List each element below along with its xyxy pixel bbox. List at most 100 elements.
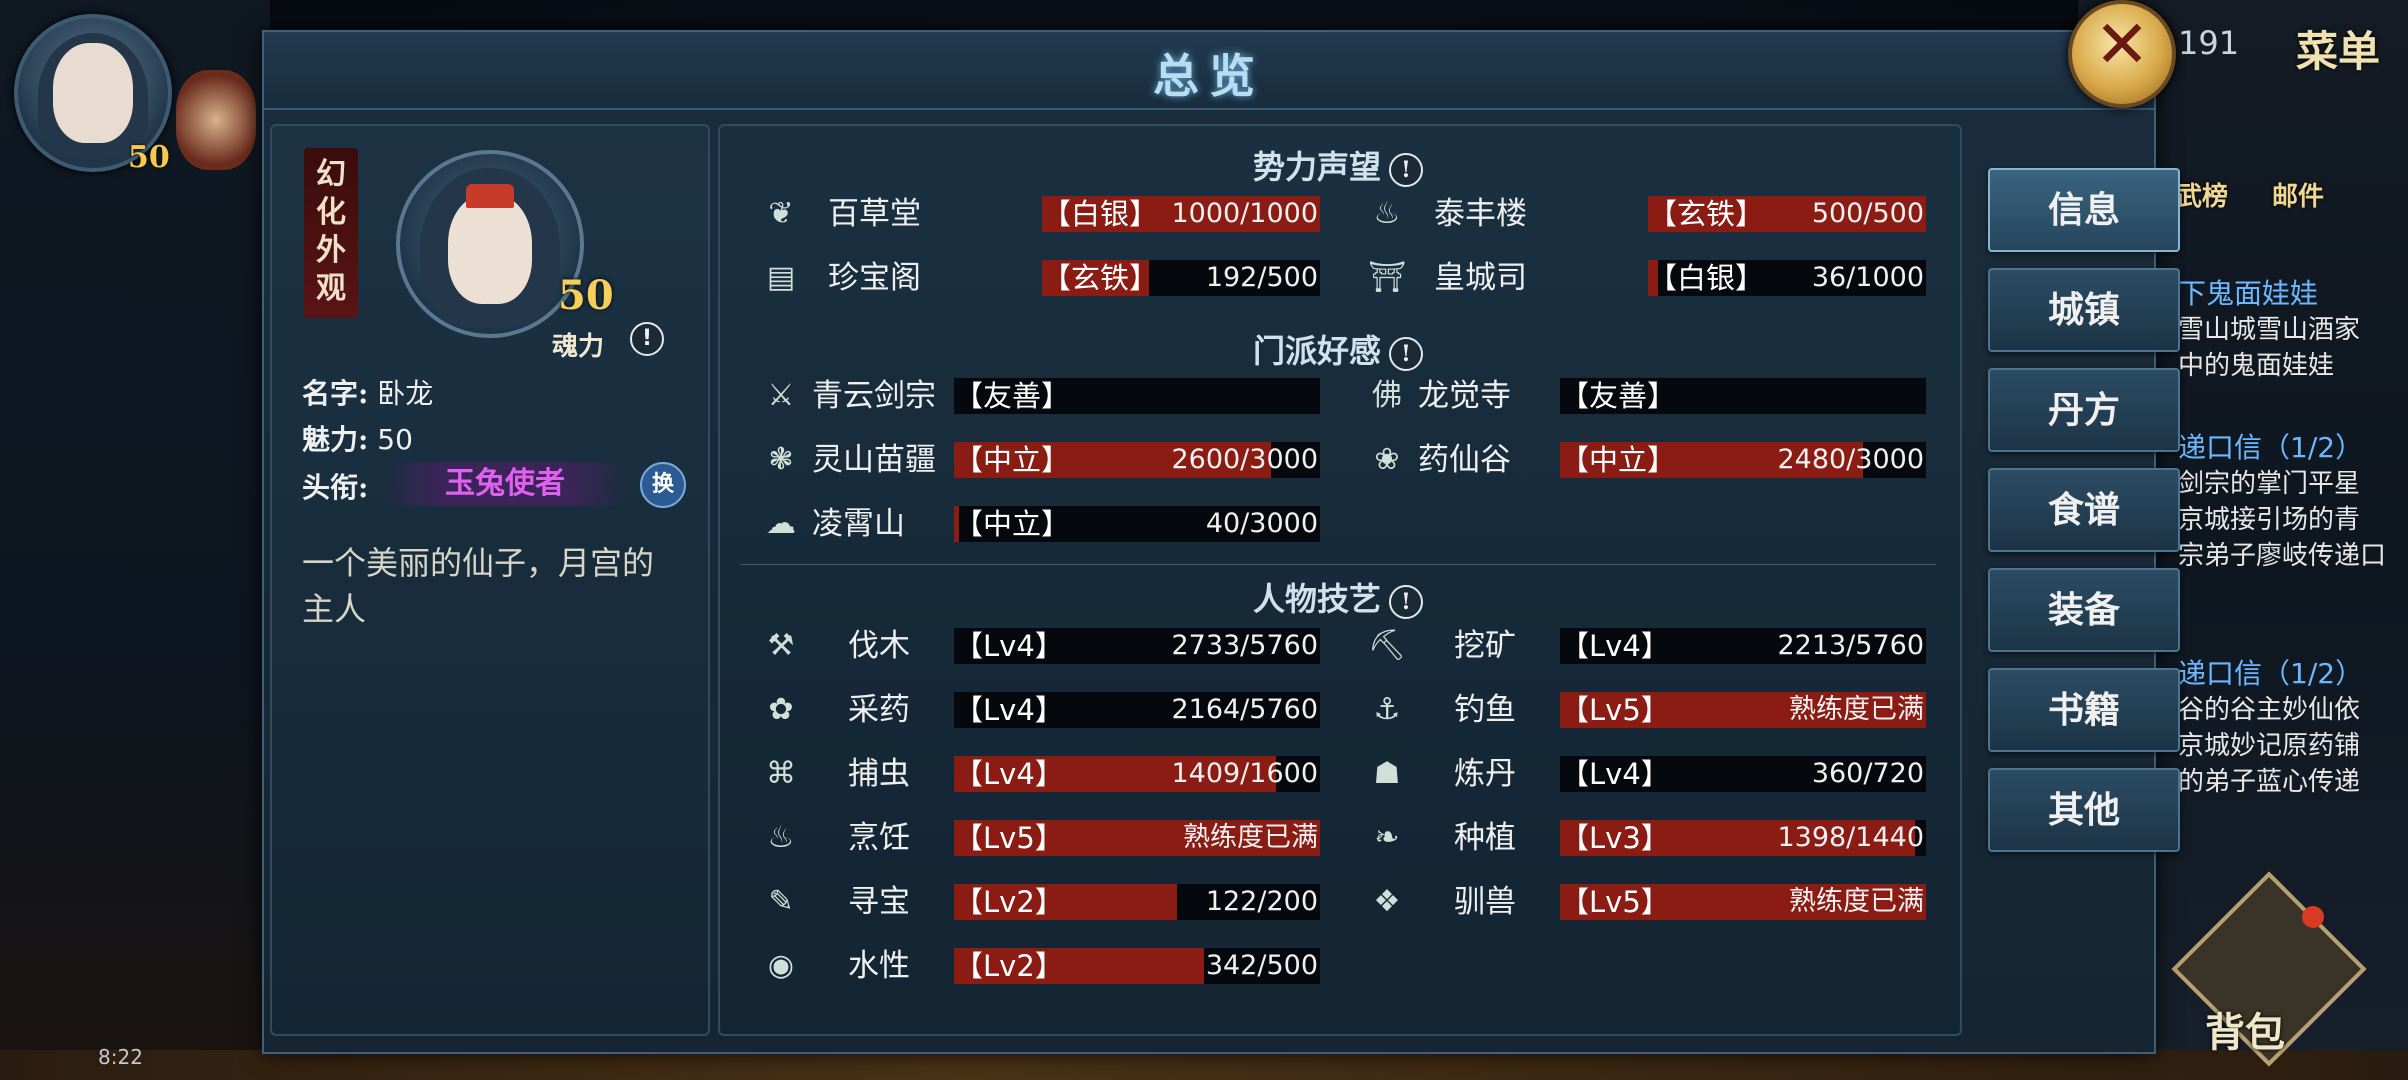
swap-title-button[interactable]: 换 xyxy=(640,462,686,508)
skill-level: 【Lv5】 xyxy=(954,821,1064,855)
tab-3[interactable]: 食谱 xyxy=(1988,468,2180,552)
close-icon: ✕ xyxy=(2094,6,2150,83)
skills-value: 122/200 xyxy=(1205,886,1318,917)
skills-name: 伐木 xyxy=(848,628,910,664)
title-row-label: 头衔: xyxy=(302,471,369,504)
skills-name: 捕虫 xyxy=(848,756,910,792)
sects-value: 2600/3000 xyxy=(1171,444,1318,475)
charm-value: 50 xyxy=(377,423,413,456)
tab-5[interactable]: 书籍 xyxy=(1988,668,2180,752)
dialog-title: 总览 xyxy=(1153,49,1265,103)
info-icon[interactable]: ! xyxy=(1389,152,1423,187)
sects-name: 龙觉寺 xyxy=(1418,378,1511,414)
notification-dot xyxy=(2302,906,2324,928)
quest-item[interactable]: 递口信（1/2） 剑宗的掌门平星 京城接引场的青 宗弟子廖岐传递口 xyxy=(2178,430,2386,574)
skills-row: ✿ 采药 2164/5760 【Lv4】 xyxy=(758,690,1320,730)
info-icon: ! xyxy=(630,322,664,356)
quest-item[interactable]: 下鬼面娃娃 雪山城雪山酒家 中的鬼面娃娃 xyxy=(2178,276,2360,384)
skill-level: 【Lv4】 xyxy=(1560,629,1670,663)
appearance-button[interactable]: 幻 化 外 观 xyxy=(304,148,358,318)
lotus-icon: ❀ xyxy=(1374,442,1400,477)
dialog-title-bar: 总览 xyxy=(264,32,2154,110)
skills-value: 1409/1600 xyxy=(1171,758,1318,789)
quest-item[interactable]: 递口信（1/2） 谷的谷主妙仙依 京城妙记原药铺 的弟子蓝心传递 xyxy=(2178,656,2363,800)
skills-value: 2164/5760 xyxy=(1171,694,1318,725)
furnace-icon: ☗ xyxy=(1373,756,1401,791)
sects-row: ❃ 灵山苗疆 2600/3000 【中立】 xyxy=(758,440,1320,480)
reputation-rank: 【白银】 xyxy=(1042,197,1159,231)
reputation-rank: 【白银】 xyxy=(1648,261,1765,295)
soul-level: 50 xyxy=(558,272,614,319)
skills-name: 水性 xyxy=(848,948,910,984)
bag-label[interactable]: 背包 xyxy=(2205,1000,2285,1058)
skill-level: 【Lv2】 xyxy=(954,949,1064,983)
reputation-row: ❦ 百草堂 1000/1000 【白银】 xyxy=(758,194,1320,234)
sects-row: ❀ 药仙谷 2480/3000 【中立】 xyxy=(1364,440,1926,480)
axe-icon: ⚒ xyxy=(767,628,795,663)
rank-button[interactable]: 武榜 xyxy=(2176,176,2228,213)
skills-row: ❖ 驯兽 熟练度已满 【Lv5】 xyxy=(1364,882,1926,922)
charm-row: 魅力: 50 xyxy=(302,423,413,456)
reputation-row: ▤ 珍宝阁 192/500 【玄铁】 xyxy=(758,258,1320,298)
skills-row: ✎ 寻宝 122/200 【Lv2】 xyxy=(758,882,1320,922)
soul-label: 魂力 xyxy=(552,332,605,362)
info-icon[interactable]: ! xyxy=(1389,584,1423,619)
leaf-icon: ❦ xyxy=(768,196,794,231)
close-button[interactable]: ✕ xyxy=(2068,0,2176,108)
reputation-name: 泰丰楼 xyxy=(1434,196,1527,232)
character-portrait xyxy=(396,150,584,338)
skills-row: ☗ 炼丹 360/720 【Lv4】 xyxy=(1364,754,1926,794)
skills-value: 2213/5760 xyxy=(1777,630,1924,661)
section-divider xyxy=(740,564,1936,565)
skills-value: 360/720 xyxy=(1811,758,1924,789)
reputation-rank: 【玄铁】 xyxy=(1648,197,1765,231)
sects-row: 佛龙觉寺 【友善】 xyxy=(1364,376,1926,416)
menu-button[interactable]: 菜单 xyxy=(2296,18,2380,79)
tab-6[interactable]: 其他 xyxy=(1988,768,2180,852)
skills-name: 炼丹 xyxy=(1454,756,1516,792)
skills-row: ◉ 水性 342/500 【Lv2】 xyxy=(758,946,1320,986)
skills-row: ⚓ 钓鱼 熟练度已满 【Lv5】 xyxy=(1364,690,1926,730)
skills-row: ♨ 烹饪 熟练度已满 【Lv5】 xyxy=(758,818,1320,858)
skills-row: ⚒ 伐木 2733/5760 【Lv4】 xyxy=(758,626,1320,666)
skills-value: 熟练度已满 xyxy=(1789,886,1924,917)
character-description: 一个美丽的仙子，月宫的主人 xyxy=(302,544,655,628)
sects-name: 灵山苗疆 xyxy=(812,442,936,478)
skills-name: 采药 xyxy=(848,692,910,728)
skill-level: 【Lv5】 xyxy=(1560,885,1670,919)
reputation-name: 皇城司 xyxy=(1434,260,1527,296)
chest-icon: ▤ xyxy=(766,260,796,295)
hud-number: 191 xyxy=(2178,24,2240,62)
skill-level: 【Lv4】 xyxy=(954,693,1064,727)
skill-level: 【Lv2】 xyxy=(954,885,1064,919)
tab-2[interactable]: 丹方 xyxy=(1988,368,2180,452)
pickaxe-icon: ⛏ xyxy=(1367,628,1407,663)
tab-1[interactable]: 城镇 xyxy=(1988,268,2180,352)
tab-0[interactable]: 信息 xyxy=(1988,168,2180,252)
sword-icon: ⚔ xyxy=(767,378,795,413)
paw-icon: ❖ xyxy=(1373,884,1401,919)
reputation-rank: 【玄铁】 xyxy=(1042,261,1159,295)
mail-button[interactable]: 邮件 xyxy=(2272,176,2324,213)
skills-row: ⛏ 挖矿 2213/5760 【Lv4】 xyxy=(1364,626,1926,666)
ground-strip xyxy=(0,1050,2408,1080)
info-icon[interactable]: ! xyxy=(1389,336,1423,371)
character-name: 卧龙 xyxy=(377,377,434,410)
buddha-icon: 佛 xyxy=(1372,378,1402,413)
companion-avatar[interactable] xyxy=(176,70,256,170)
skills-value: 熟练度已满 xyxy=(1789,694,1924,725)
reputation-row: ♨ 泰丰楼 500/500 【玄铁】 xyxy=(1364,194,1926,234)
skill-level: 【Lv4】 xyxy=(1560,757,1670,791)
sects-rank: 【中立】 xyxy=(954,507,1071,541)
cloud-icon: ☁ xyxy=(766,506,796,541)
reputation-header: 势力声望! xyxy=(718,142,1958,188)
sect-header: 门派好感! xyxy=(718,326,1958,372)
tab-4[interactable]: 装备 xyxy=(1988,568,2180,652)
soul-info-button[interactable]: ! xyxy=(630,322,664,356)
sects-rank: 【中立】 xyxy=(1560,443,1677,477)
sects-rank: 【友善】 xyxy=(954,379,1071,413)
sects-name: 药仙谷 xyxy=(1418,442,1511,478)
reputation-value: 500/500 xyxy=(1811,198,1924,229)
scroll-icon: ✎ xyxy=(768,884,794,919)
butterfly-icon: ❃ xyxy=(768,442,794,477)
